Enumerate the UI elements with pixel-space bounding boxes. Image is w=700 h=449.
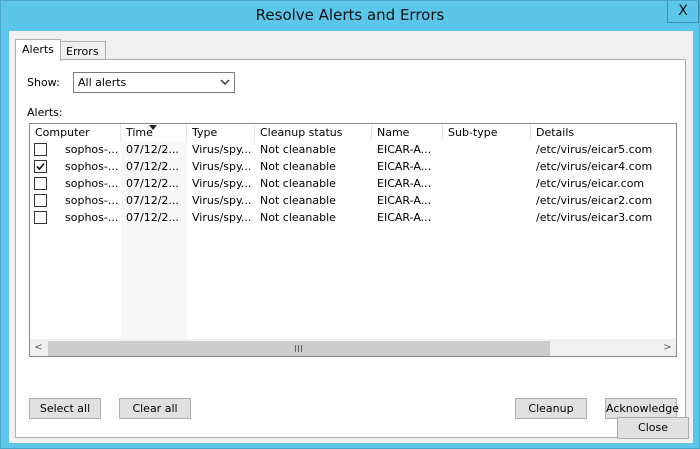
cell-type: Virus/spy... — [192, 211, 252, 224]
close-button[interactable]: Close — [617, 417, 689, 439]
row-checkbox[interactable] — [34, 177, 47, 190]
scroll-right-button[interactable]: > — [659, 340, 676, 356]
cell-computer: sophos-... — [65, 211, 119, 224]
dialog-client-area: Alerts Errors Show: All alerts Alerts: C… — [9, 31, 693, 443]
acknowledge-button[interactable]: Acknowledge — [605, 398, 679, 419]
table-row[interactable]: sophos-... 07/12/2... Virus/spy... Not clea… — [30, 192, 676, 209]
row-checkbox[interactable] — [34, 160, 47, 173]
alerts-tab-panel: Show: All alerts Alerts: Computer Time T… — [15, 59, 686, 438]
select-all-button[interactable]: Select all — [29, 398, 101, 419]
cell-details: /etc/virus/eicar3.com — [536, 211, 653, 224]
cell-subtype — [443, 141, 531, 158]
cell-details: /etc/virus/eicar2.com — [536, 194, 653, 207]
chevron-down-icon — [220, 75, 230, 89]
cell-time: 07/12/2... — [126, 211, 179, 224]
cell-time: 07/12/2... — [126, 177, 179, 190]
cell-computer: sophos-... — [65, 143, 119, 156]
cell-subtype — [443, 175, 531, 192]
dialog-window: Resolve Alerts and Errors X Alerts Error… — [0, 0, 700, 449]
show-label: Show: — [27, 76, 60, 89]
column-header-sub-type[interactable]: Sub-type — [443, 124, 531, 141]
row-checkbox[interactable] — [34, 211, 47, 224]
cell-subtype — [443, 209, 531, 226]
row-checkbox[interactable] — [34, 143, 47, 156]
column-header-cleanup-status[interactable]: Cleanup status — [255, 124, 372, 141]
column-header-time[interactable]: Time — [121, 124, 187, 141]
cell-type: Virus/spy... — [192, 160, 252, 173]
cell-status: Not cleanable — [260, 160, 336, 173]
cell-details: /etc/virus/eicar.com — [536, 177, 645, 190]
alerts-list[interactable]: Computer Time Type Cleanup status Name S… — [29, 123, 677, 357]
scroll-left-button[interactable]: < — [30, 340, 47, 356]
row-checkbox[interactable] — [34, 194, 47, 207]
cell-time: 07/12/2... — [126, 194, 179, 207]
sort-descending-icon — [149, 125, 157, 130]
tab-alerts[interactable]: Alerts — [15, 39, 61, 61]
cell-details: /etc/virus/eicar5.com — [536, 143, 653, 156]
cell-type: Virus/spy... — [192, 177, 252, 190]
cell-computer: sophos-... — [65, 194, 119, 207]
show-filter-dropdown[interactable]: All alerts — [73, 72, 235, 93]
column-header-name[interactable]: Name — [372, 124, 443, 141]
table-row[interactable]: sophos-... 07/12/2... Virus/spy... Not clea… — [30, 175, 676, 192]
clear-all-button[interactable]: Clear all — [119, 398, 191, 419]
cell-subtype — [443, 158, 531, 175]
cell-type: Virus/spy... — [192, 194, 252, 207]
column-header-type[interactable]: Type — [187, 124, 255, 141]
cell-name: EICAR-A... — [377, 211, 432, 224]
scrollbar-thumb[interactable] — [48, 341, 550, 356]
show-filter-value: All alerts — [78, 76, 127, 89]
window-title: Resolve Alerts and Errors — [255, 6, 445, 24]
table-row[interactable]: sophos-... 07/12/2... Virus/spy... Not clea… — [30, 209, 676, 226]
cell-status: Not cleanable — [260, 211, 336, 224]
cell-status: Not cleanable — [260, 177, 336, 190]
column-header-details[interactable]: Details — [531, 124, 676, 141]
tab-errors[interactable]: Errors — [59, 41, 106, 61]
horizontal-scrollbar[interactable]: < > — [30, 339, 676, 356]
cell-name: EICAR-A... — [377, 177, 432, 190]
cell-status: Not cleanable — [260, 143, 336, 156]
title-bar[interactable]: Resolve Alerts and Errors X — [1, 1, 699, 31]
cell-computer: sophos-... — [65, 160, 119, 173]
scrollbar-grip-icon — [295, 345, 302, 352]
table-row[interactable]: sophos-... 07/12/2... Virus/spy... Not clea… — [30, 158, 676, 175]
cell-time: 07/12/2... — [126, 160, 179, 173]
close-window-button[interactable]: X — [667, 1, 699, 23]
cell-subtype — [443, 192, 531, 209]
cell-name: EICAR-A... — [377, 143, 432, 156]
cell-time: 07/12/2... — [126, 143, 179, 156]
checkmark-icon — [36, 162, 45, 171]
column-header-computer[interactable]: Computer — [30, 124, 121, 141]
table-row[interactable]: sophos-... 07/12/2... Virus/spy... Not clea… — [30, 141, 676, 158]
cell-computer: sophos-... — [65, 177, 119, 190]
cell-status: Not cleanable — [260, 194, 336, 207]
cell-name: EICAR-A... — [377, 160, 432, 173]
cell-details: /etc/virus/eicar4.com — [536, 160, 653, 173]
cell-type: Virus/spy... — [192, 143, 252, 156]
alerts-label: Alerts: — [27, 106, 63, 119]
cleanup-button[interactable]: Cleanup — [515, 398, 587, 419]
cell-name: EICAR-A... — [377, 194, 432, 207]
